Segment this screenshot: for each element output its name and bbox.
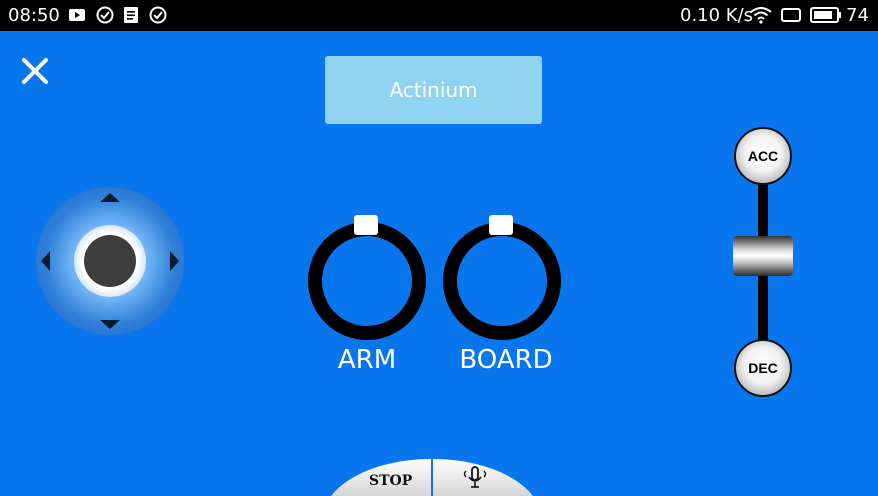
microphone-icon [463,466,487,488]
dec-button[interactable]: DEC [734,339,792,397]
arm-label: ARM [337,345,397,375]
document-icon [124,7,138,23]
joystick[interactable] [36,187,184,335]
controller-screen: Actinium ARM BOARD ACC DEC STOP [0,31,878,496]
battery-level: 74 [846,5,869,26]
battery-icon [810,7,841,23]
arrow-down-icon [100,320,120,329]
board-dial[interactable] [443,215,561,340]
board-ring [443,222,561,340]
arrow-right-icon [170,251,179,271]
stop-button[interactable]: STOP [323,459,431,496]
check-circle-icon [149,6,167,24]
bottom-bar: STOP [323,459,541,496]
throttle-slider[interactable] [733,236,793,276]
stop-label: STOP [369,473,413,489]
arm-ring [308,222,426,340]
screen-icon [781,8,801,22]
network-speed: 0.10 K/s [680,5,754,26]
joystick-knob[interactable] [84,235,136,287]
arrow-left-icon [41,251,50,271]
close-icon[interactable] [20,56,50,86]
arm-dial[interactable] [308,215,426,340]
arrow-up-icon [100,193,120,202]
check-circle-icon [96,6,114,24]
status-bar: 08:50 0.10 K/s 74 [0,0,878,31]
device-name: Actinium [389,78,478,102]
arm-handle[interactable] [354,215,378,235]
device-name-box[interactable]: Actinium [325,56,542,124]
voice-button[interactable] [433,459,541,496]
youtube-icon [69,9,85,21]
board-label: BOARD [459,345,553,375]
board-handle[interactable] [489,215,513,235]
acc-button[interactable]: ACC [734,127,792,185]
status-time: 08:50 [8,5,60,26]
wifi-icon [750,7,772,24]
